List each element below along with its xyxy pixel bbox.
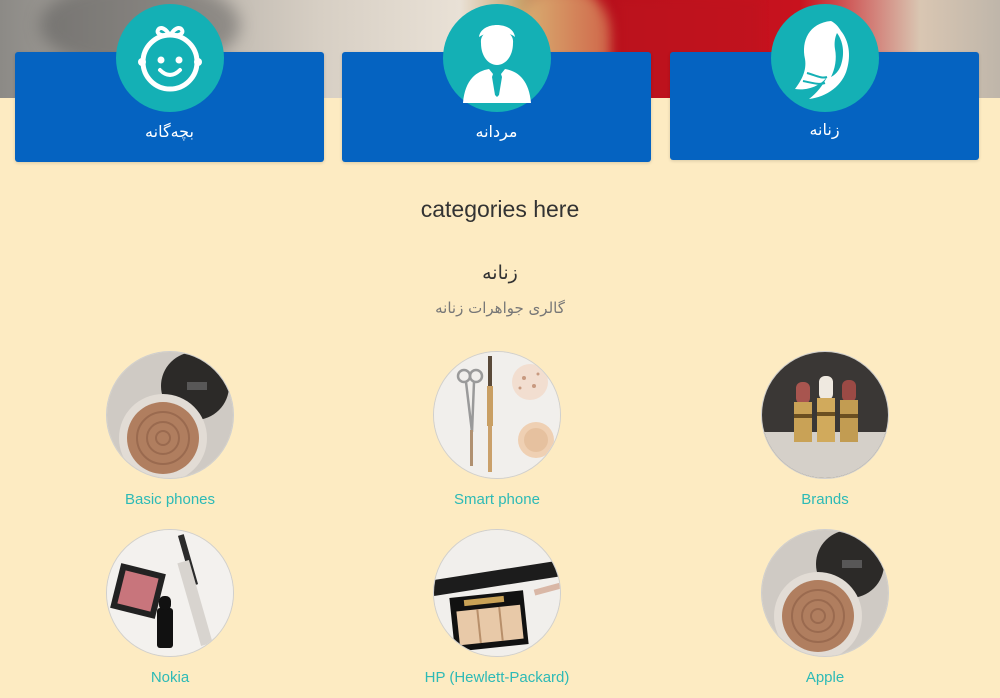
category-name[interactable]: Apple (725, 669, 925, 686)
makeup-tools-thumbnail[interactable] (433, 351, 561, 479)
compact-powder-thumbnail[interactable] (106, 351, 234, 479)
category-card-men[interactable]: مردانه (342, 4, 651, 162)
category-item[interactable]: HP (Hewlett-Packard) (397, 529, 597, 686)
section-title: categories here (420, 196, 580, 222)
businessman-icon (442, 4, 551, 112)
category-item[interactable]: Basic phones (70, 351, 270, 508)
category-card-kids[interactable]: بچه‌گانه (15, 4, 324, 162)
palette-straightener-thumbnail[interactable] (433, 529, 561, 657)
card-label-men: مردانه (475, 122, 518, 141)
card-label-kids: بچه‌گانه (145, 122, 194, 141)
category-name[interactable]: Basic phones (70, 491, 270, 508)
baby-face-icon (115, 4, 224, 112)
category-card-women[interactable]: زنانه (670, 4, 979, 160)
lipsticks-thumbnail[interactable] (761, 351, 889, 479)
subcategory-title: زنانه (482, 262, 518, 284)
category-name[interactable]: Nokia (70, 669, 270, 686)
compact-powder-thumbnail[interactable] (761, 529, 889, 657)
category-item[interactable]: Apple (725, 529, 925, 686)
subcategory-description: گالری جواهرات زنانه (435, 299, 565, 317)
category-name[interactable]: HP (Hewlett-Packard) (397, 669, 597, 686)
category-name[interactable]: Brands (725, 491, 925, 508)
category-item[interactable]: Smart phone (397, 351, 597, 508)
blush-lipstick-thumbnail[interactable] (106, 529, 234, 657)
category-item[interactable]: Nokia (70, 529, 270, 686)
card-label-women: زنانه (809, 120, 840, 139)
category-item[interactable]: Brands (725, 351, 925, 508)
category-name[interactable]: Smart phone (397, 491, 597, 508)
woman-profile-icon (770, 4, 879, 112)
